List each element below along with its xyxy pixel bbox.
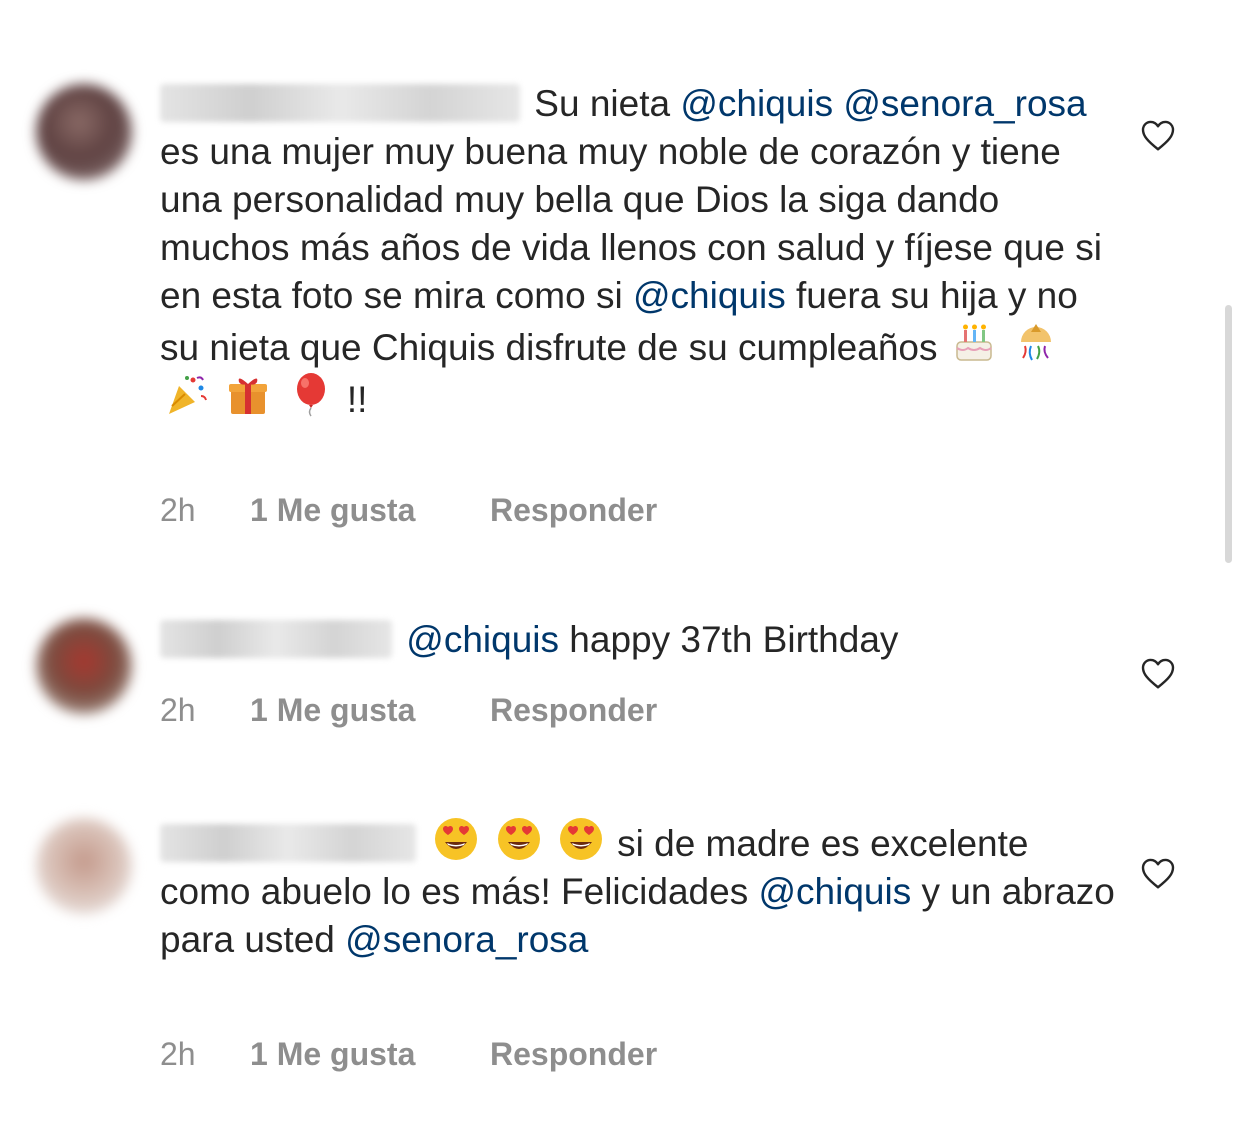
comment-1: Su nieta @chiquis @senora_rosa es una mu… [0, 0, 1242, 560]
party-popper-emoji [169, 376, 207, 414]
birthday-cake-emoji [956, 324, 992, 361]
comment-text: si de madre es excelente como abuelo lo … [160, 816, 1120, 964]
comment-time: 2h [160, 691, 196, 728]
avatar[interactable] [36, 818, 132, 914]
mention-link[interactable]: @senora_rosa [843, 83, 1086, 124]
mention-link[interactable]: @senora_rosa [345, 919, 588, 960]
reply-button[interactable]: Responder [490, 692, 657, 729]
username[interactable] [160, 84, 520, 122]
comment-time: 2h [160, 491, 196, 528]
comment-text: Su nieta @chiquis @senora_rosa es una mu… [160, 80, 1120, 424]
comment-3: si de madre es excelente como abuelo lo … [0, 800, 1242, 1100]
heart-eyes-emoji [435, 818, 478, 860]
comment-meta: 2h 1 Me gusta Responder [160, 1032, 657, 1076]
scrollbar[interactable] [1225, 305, 1232, 563]
reply-button[interactable]: Responder [490, 1036, 657, 1073]
heart-eyes-emoji [497, 818, 540, 860]
likes-count-link[interactable]: 1 Me gusta [250, 492, 490, 529]
comment-2: @chiquis happy 37th Birthday 2h 1 Me gus… [0, 590, 1242, 750]
mention-link[interactable]: @chiquis [406, 619, 559, 660]
username[interactable] [160, 620, 392, 658]
avatar[interactable] [36, 84, 132, 180]
likes-count-link[interactable]: 1 Me gusta [250, 692, 490, 729]
heart-eyes-emoji [559, 818, 602, 860]
mention-link[interactable]: @chiquis [633, 275, 786, 316]
wrapped-gift-emoji [229, 378, 268, 414]
mention-link[interactable]: @chiquis [680, 83, 833, 124]
avatar[interactable] [36, 618, 132, 714]
heart-outline-icon[interactable] [1140, 656, 1176, 690]
heart-outline-icon[interactable] [1140, 118, 1176, 152]
comment-text-part: Su nieta [534, 83, 671, 124]
confetti-ball-emoji [1021, 324, 1052, 361]
mention-link[interactable]: @chiquis [758, 871, 911, 912]
comment-meta: 2h 1 Me gusta Responder [160, 488, 657, 532]
reply-button[interactable]: Responder [490, 492, 657, 529]
username[interactable] [160, 824, 416, 862]
comment-meta: 2h 1 Me gusta Responder [160, 688, 657, 732]
comment-time: 2h [160, 1035, 196, 1072]
comment-text-part: happy 37th Birthday [569, 619, 899, 660]
balloon-emoji [296, 373, 325, 417]
likes-count-link[interactable]: 1 Me gusta [250, 1036, 490, 1073]
comment-text-part: !! [346, 379, 368, 420]
comment-text: @chiquis happy 37th Birthday [160, 616, 1120, 664]
heart-outline-icon[interactable] [1140, 856, 1176, 890]
